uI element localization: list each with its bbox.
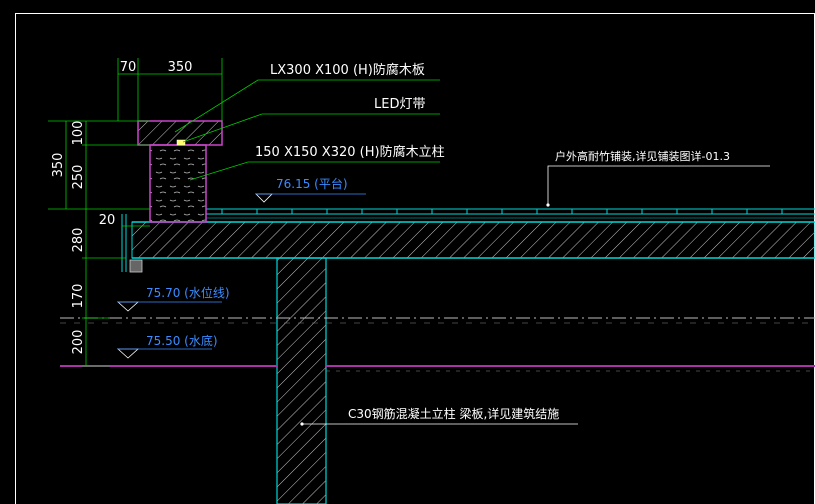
elev-water-line: 75.70 (水位线) bbox=[146, 285, 230, 300]
callout-post: 150 X150 X320 (H)防腐木立柱 bbox=[255, 144, 445, 160]
led-strip bbox=[176, 139, 186, 146]
callout-led: LED灯带 bbox=[374, 97, 425, 112]
concrete-slab bbox=[131, 221, 815, 259]
dim-water-depth: 200 bbox=[71, 330, 86, 355]
elev-water-bottom: 75.50 (水底) bbox=[146, 333, 218, 348]
elev-platform-marker bbox=[255, 193, 366, 203]
dim-cap: 100 bbox=[71, 121, 86, 146]
callout-paving: 户外高耐竹铺装,详见铺装图详-01.3 bbox=[555, 149, 730, 163]
dim-slab: 280 bbox=[71, 228, 86, 253]
elev-bottom-marker bbox=[116, 348, 212, 359]
dim-water-gap: 170 bbox=[71, 284, 86, 309]
callout-column: C30钢筋混凝土立柱 梁板,详见建筑结施 bbox=[348, 406, 559, 421]
cad-drawing: 70 350 350 100 250 20 280 170 200 LX300 … bbox=[0, 0, 815, 504]
drain-detail bbox=[129, 259, 143, 273]
elev-water-marker bbox=[116, 301, 222, 312]
dim-post: 250 bbox=[71, 165, 86, 190]
callout-cap: LX300 X100 (H)防腐木板 bbox=[270, 62, 425, 78]
paving-leader bbox=[547, 165, 770, 205]
dim-top-a: 70 bbox=[120, 60, 137, 75]
dim-offset: 20 bbox=[99, 213, 116, 228]
deck-paving bbox=[206, 208, 815, 219]
column-leader-dot bbox=[300, 422, 304, 426]
elev-platform: 76.15 (平台) bbox=[276, 176, 348, 191]
dim-top-b: 350 bbox=[168, 60, 193, 75]
concrete-column bbox=[276, 257, 327, 504]
dim-left-total: 350 bbox=[51, 153, 66, 178]
section-detail-svg: 70 350 350 100 250 20 280 170 200 LX300 … bbox=[15, 13, 815, 504]
wood-post bbox=[149, 144, 207, 223]
paving-leader-dot bbox=[546, 203, 550, 207]
